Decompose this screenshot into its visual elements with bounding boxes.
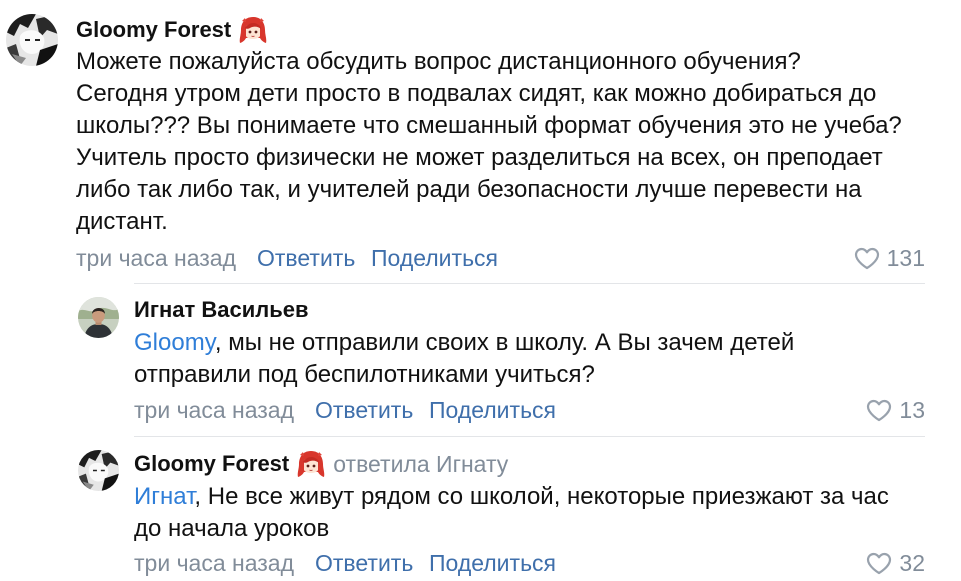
comment-text: Gloomy, мы не отправили своих в школу. А… [134, 327, 794, 391]
comment-actions: три часа назад Ответить Поделиться 13 [134, 396, 925, 424]
comment-text-line: отправили под беспилотниками учиться? [134, 361, 595, 388]
avatar-ignat-vasilyev[interactable] [78, 297, 119, 338]
comment-timestamp[interactable]: три часа назад [76, 244, 236, 272]
reply-header: Gloomy Forest ответила Игнату [134, 448, 508, 480]
red-haired-girl-emoji-icon [239, 17, 267, 43]
gloomy-forest-avatar-image [78, 450, 119, 491]
like-count: 13 [899, 397, 925, 423]
comment-text-line: Учитель просто физически не может раздел… [76, 144, 883, 171]
like-button[interactable]: 32 [866, 549, 925, 577]
comment-actions: три часа назад Ответить Поделиться 32 [134, 549, 925, 577]
reply-to-link[interactable]: ответила Игнату [333, 448, 508, 480]
heart-icon [854, 247, 879, 269]
reply-button[interactable]: Ответить [315, 396, 413, 424]
comment-text-line: Игнат, Не все живут рядом со школой, нек… [134, 481, 889, 513]
like-button[interactable]: 131 [854, 244, 925, 272]
reply-header: Игнат Васильев [134, 294, 309, 326]
comment-text: Игнат, Не все живут рядом со школой, нек… [134, 481, 889, 545]
like-button[interactable]: 13 [866, 396, 925, 424]
comment-header: Gloomy Forest [76, 14, 268, 46]
comment-text-line: до начала уроков [134, 515, 330, 542]
ignat-vasilyev-avatar-image [78, 297, 119, 338]
mention-link[interactable]: Gloomy [134, 329, 215, 356]
avatar-gloomy-forest[interactable] [6, 14, 58, 66]
comment-text: Можете пожалуйста обсудить вопрос дистан… [76, 46, 902, 238]
author-name[interactable]: Игнат Васильев [134, 294, 309, 326]
heart-icon [867, 399, 892, 421]
comment-text-line: Можете пожалуйста обсудить вопрос дистан… [76, 48, 801, 75]
divider [134, 283, 925, 284]
comment-timestamp[interactable]: три часа назад [134, 549, 294, 577]
author-name[interactable]: Gloomy Forest [76, 14, 231, 46]
comment-text-fragment: , Не все живут рядом со школой, некоторы… [194, 483, 889, 510]
red-haired-girl-emoji-icon [297, 451, 325, 477]
share-button[interactable]: Поделиться [429, 549, 556, 577]
comment-text-line: либо так либо так, и учителей ради безоп… [76, 176, 862, 203]
gloomy-forest-avatar-image [6, 14, 58, 66]
comment-text-fragment: , мы не отправили своих в школу. А Вы за… [214, 329, 795, 356]
comment-text-line: Gloomy, мы не отправили своих в школу. А… [134, 327, 794, 359]
share-button[interactable]: Поделиться [429, 396, 556, 424]
comment-text-line: школы??? Вы понимаете что смешанный форм… [76, 112, 902, 139]
share-button[interactable]: Поделиться [371, 244, 498, 272]
comment-actions: три часа назад Ответить Поделиться 131 [76, 244, 925, 272]
mention-link[interactable]: Игнат [134, 483, 194, 510]
comment-timestamp[interactable]: три часа назад [134, 396, 294, 424]
reply-button[interactable]: Ответить [257, 244, 355, 272]
reply-button[interactable]: Ответить [315, 549, 413, 577]
divider [134, 436, 925, 437]
avatar-gloomy-forest[interactable] [78, 450, 119, 491]
comment-text-line: дистант. [76, 208, 168, 235]
comment-text-line: Сегодня утром дети просто в подвалах сид… [76, 80, 877, 107]
like-count: 32 [899, 550, 925, 576]
heart-icon [867, 552, 892, 574]
author-name[interactable]: Gloomy Forest [134, 448, 289, 480]
like-count: 131 [886, 245, 925, 271]
